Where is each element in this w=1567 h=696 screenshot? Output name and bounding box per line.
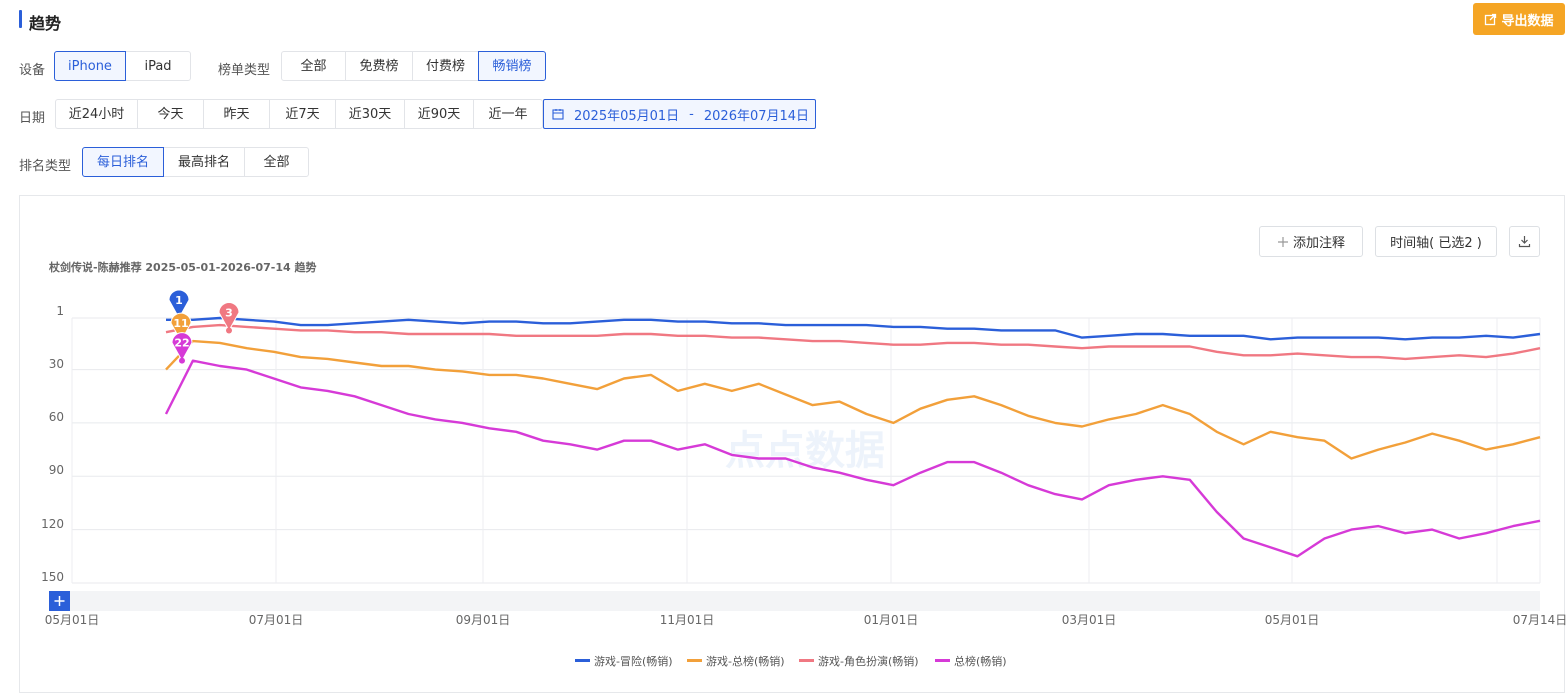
peak-marker-2[interactable]: 3 [218,301,240,334]
device-option-iphone[interactable]: iPhone [54,51,126,81]
watermark: 点点数据 [725,428,885,474]
x-tick-label: 07月14日 [1513,613,1567,627]
y-tick-label: 1 [56,304,64,318]
series-line-2 [165,323,1541,361]
x-tick-label: 05月01日 [45,613,100,627]
series-line-0 [166,316,1541,341]
x-tick-label: 05月01日 [1265,613,1320,627]
y-tick-label: 60 [49,410,64,424]
legend-item-game-overall[interactable]: 游戏-总榜(畅销) [687,654,785,668]
legend-label: 总榜(畅销) [954,654,1007,668]
legend-label: 游戏-角色扮演(畅销) [818,654,919,668]
peak-marker-label: 11 [173,317,188,330]
x-tick-label: 01月01日 [864,613,919,627]
legend-label: 游戏-总榜(畅销) [706,654,785,668]
chart-legend: 游戏-冒险(畅销) 游戏-总榜(畅销) 游戏-角色扮演(畅销) 总榜(畅销) [575,654,1007,668]
legend-item-rpg[interactable]: 游戏-角色扮演(畅销) [799,654,919,668]
y-tick-label: 150 [41,570,64,584]
list-type-grossing[interactable]: 畅销榜 [478,51,546,81]
y-tick-label: 120 [41,517,64,531]
x-tick-label: 09月01日 [456,613,511,627]
legend-item-adventure[interactable]: 游戏-冒险(畅销) [575,654,673,668]
x-tick-label: 07月01日 [249,613,304,627]
y-tick-label: 30 [49,357,64,371]
y-tick-label: 90 [49,463,64,477]
peak-marker-label: 3 [225,306,233,319]
rank-type-daily[interactable]: 每日排名 [82,147,164,177]
legend-label: 游戏-冒险(畅销) [594,654,673,668]
peak-marker-label: 22 [174,337,189,350]
x-tick-label: 03月01日 [1062,613,1117,627]
trend-chart: 点点数据 111322 1 30 60 90 120 150 05月01日 07… [41,289,1567,668]
peak-marker-label: 1 [175,294,183,307]
x-tick-label: 11月01日 [660,613,715,627]
timeline-scrollbar[interactable] [49,591,1540,611]
legend-item-overall[interactable]: 总榜(畅销) [935,654,1007,668]
